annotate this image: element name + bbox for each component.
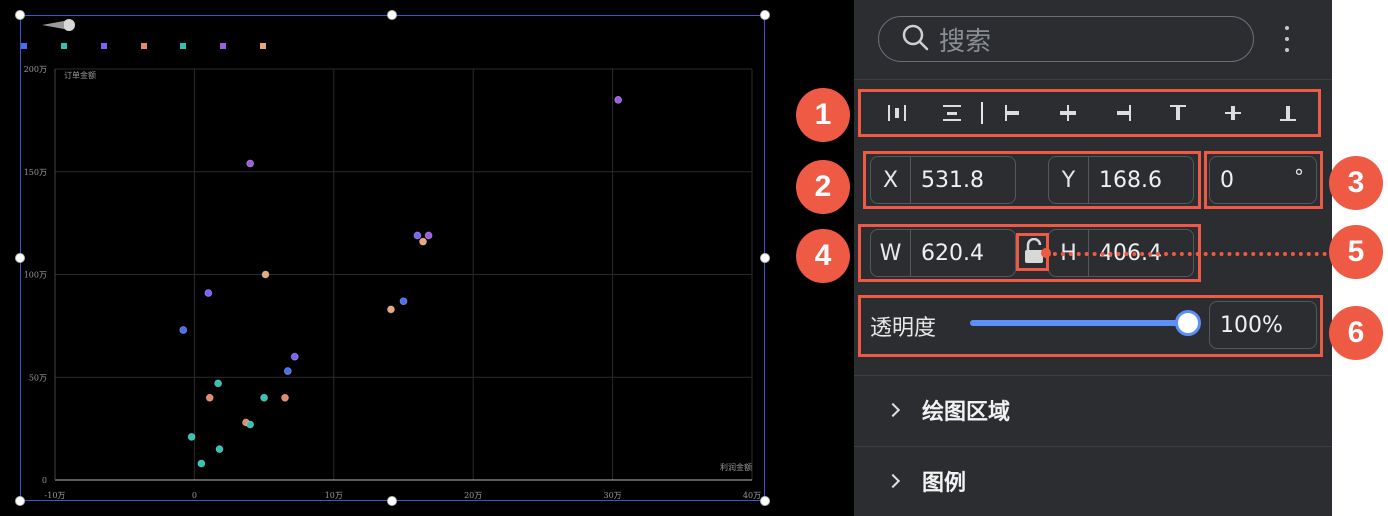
search-input[interactable]: 搜索	[939, 21, 991, 58]
search-box[interactable]: 搜索	[878, 16, 1254, 62]
search-icon	[901, 23, 929, 55]
annotation-badge-6: 6	[1329, 306, 1383, 360]
chevron-right-icon	[885, 402, 901, 417]
resize-handle-bottom[interactable]	[387, 496, 397, 506]
selection-box[interactable]	[20, 15, 765, 501]
annotation-badge-5: 5	[1329, 225, 1383, 279]
annotation-box-6	[858, 295, 1323, 357]
annotation-badge-1: 1	[796, 88, 850, 142]
section-legend-label: 图例	[922, 470, 967, 496]
section-legend[interactable]: 图例	[854, 446, 1332, 514]
resize-handle-bottom-left[interactable]	[15, 496, 25, 506]
annotation-badge-2: 2	[796, 160, 850, 214]
resize-handle-left[interactable]	[15, 253, 25, 263]
section-plot-area-label: 绘图区域	[922, 399, 1011, 425]
chevron-right-icon	[885, 473, 901, 488]
resize-handle-bottom-right[interactable]	[760, 496, 770, 506]
resize-handle-top-right[interactable]	[760, 10, 770, 20]
annotation-badge-4: 4	[796, 229, 850, 283]
resize-handle-top-left[interactable]	[15, 10, 25, 20]
annotation-connector-start	[1041, 248, 1051, 258]
annotation-box-1	[858, 89, 1321, 137]
canvas-area[interactable]: 0 50万 100万 150万 200万 -10万 0 10万 20万 30万 40万 订单金额 利润金…	[0, 0, 854, 516]
resize-handle-right[interactable]	[760, 253, 770, 263]
more-vertical-icon[interactable]	[1277, 22, 1297, 56]
annotation-connector	[1045, 252, 1327, 256]
section-plot-area[interactable]: 绘图区域	[854, 375, 1332, 443]
annotation-box-2	[863, 151, 1201, 209]
panel-header: 搜索	[854, 0, 1332, 80]
resize-handle-top[interactable]	[387, 10, 397, 20]
annotation-badge-3: 3	[1329, 156, 1383, 210]
annotation-box-3	[1204, 151, 1323, 209]
